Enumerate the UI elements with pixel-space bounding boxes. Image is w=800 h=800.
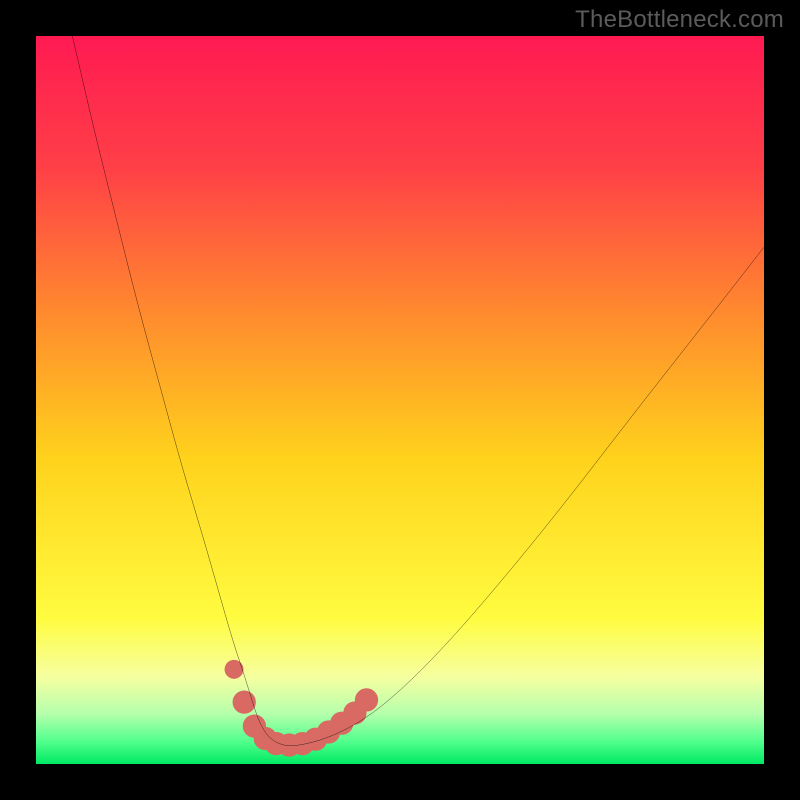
markers-group — [225, 660, 379, 757]
plot-area — [36, 36, 764, 764]
chart-frame: TheBottleneck.com — [0, 0, 800, 800]
watermark-text: TheBottleneck.com — [575, 6, 784, 34]
chart-curve — [36, 36, 764, 764]
valley-marker — [355, 688, 378, 711]
valley-marker — [225, 660, 244, 679]
valley-marker — [233, 690, 256, 713]
bottleneck-curve-path — [72, 36, 764, 746]
